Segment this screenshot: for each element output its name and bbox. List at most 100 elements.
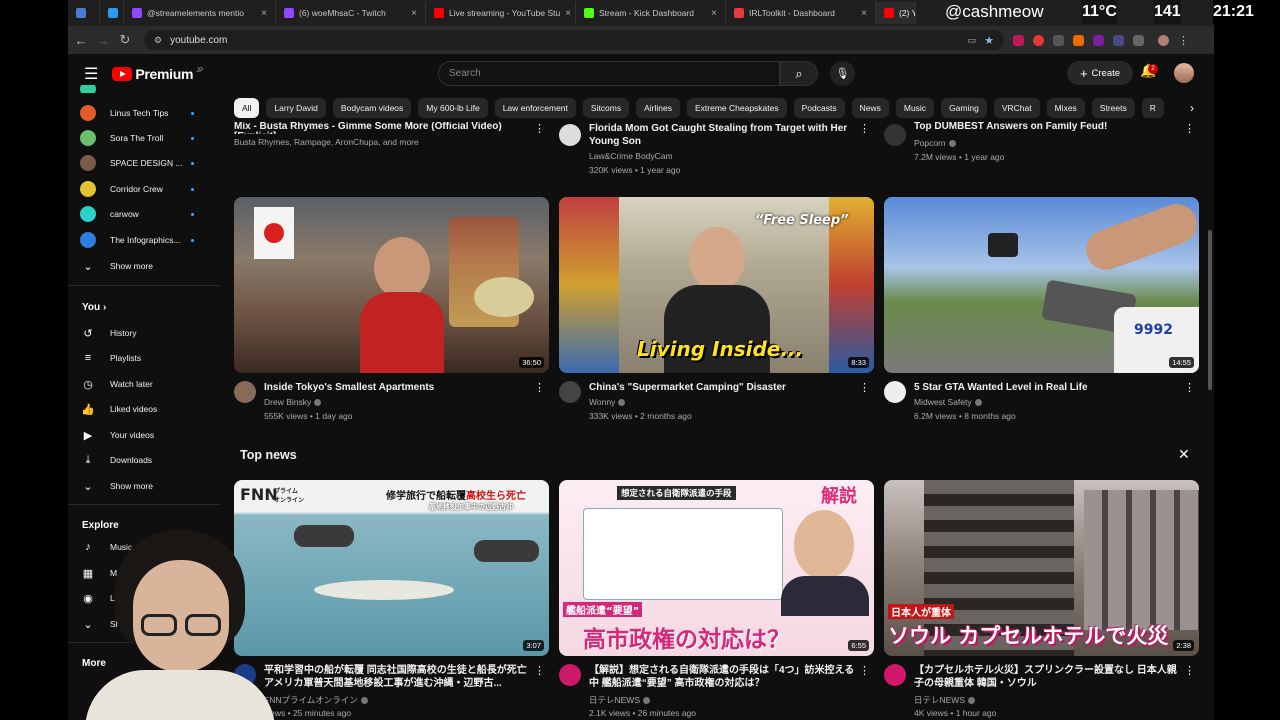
close-icon[interactable]: × (411, 8, 417, 19)
sidebar-subscription[interactable]: SPACE DESIGN ... (80, 152, 220, 174)
video-channel[interactable]: FNNプライムオンライン (264, 694, 368, 706)
extension-icon[interactable] (1113, 34, 1124, 46)
search-button[interactable]: ⌕ (780, 61, 818, 86)
news-card[interactable]: FNN プライム オンライン 修学旅行で船転覆高校生ら死亡 基地移設工事中の辺野… (234, 480, 549, 720)
profile-avatar[interactable] (1158, 34, 1169, 46)
create-button[interactable]: + Create (1067, 61, 1133, 85)
sidebar-item-watch-later[interactable]: ◷ Watch later (80, 373, 220, 395)
show-more-subscriptions[interactable]: ⌄ Show more (80, 255, 220, 277)
video-card[interactable]: “Free Sleep” Living Inside... 8:33 China… (559, 197, 874, 425)
sidebar-subscription[interactable]: Corridor Crew (80, 178, 220, 200)
more-actions-icon[interactable]: ⋮ (859, 664, 870, 677)
back-icon[interactable]: ← (70, 33, 92, 48)
sidebar-item-downloads[interactable]: ⤓ Downloads (80, 449, 220, 471)
extension-icon[interactable] (1013, 34, 1024, 46)
chip[interactable]: Mixes (1046, 98, 1085, 118)
chip[interactable]: Larry David (266, 98, 326, 118)
close-icon[interactable]: × (565, 8, 571, 19)
video-thumbnail[interactable]: “Free Sleep” Living Inside... 8:33 (559, 197, 874, 373)
chip[interactable]: Bodycam videos (332, 98, 412, 118)
video-title[interactable]: 5 Star GTA Wanted Level in Real Life (914, 381, 1184, 394)
sidebar-subscription[interactable]: Linus Tech Tips (80, 102, 220, 124)
menu-icon[interactable]: ☰ (84, 64, 98, 84)
sidebar-subscription[interactable]: The Infographics... (80, 229, 220, 251)
close-icon[interactable]: × (261, 8, 267, 19)
bookmark-star-icon[interactable]: ★ (984, 34, 994, 47)
chip[interactable]: Airlines (636, 98, 680, 118)
chip[interactable]: Gaming (941, 98, 987, 118)
video-channel[interactable]: Wonny (589, 397, 626, 407)
chips-next-button[interactable]: › (1182, 98, 1202, 118)
video-channel[interactable]: Midwest Safety (914, 397, 982, 407)
more-actions-icon[interactable]: ⋮ (534, 381, 545, 394)
video-channel[interactable]: Popcorn (914, 138, 956, 148)
video-card[interactable]: 9992 14:55 5 Star GTA Wanted Level in Re… (884, 197, 1199, 425)
tab-6[interactable]: IRLToolkit - Dashboard × (726, 2, 876, 24)
scrollbar-thumb[interactable] (1208, 230, 1212, 390)
show-more-you[interactable]: ⌄ Show more (80, 475, 220, 497)
video-channel[interactable]: Law&Crime BodyCam (589, 151, 673, 161)
video-thumbnail[interactable]: 36:50 (234, 197, 549, 373)
tab-1[interactable] (100, 2, 124, 24)
chip-all[interactable]: All (234, 98, 260, 118)
chip[interactable]: Podcasts (793, 98, 845, 118)
chip[interactable]: Sitcoms (582, 98, 630, 118)
browser-menu-icon[interactable]: ⋮ (1178, 34, 1189, 47)
chip[interactable]: Streets (1091, 98, 1135, 118)
extension-icon[interactable] (1033, 34, 1044, 46)
video-channel[interactable]: Busta Rhymes, Rampage, AronChupa, and mo… (234, 137, 419, 147)
tab-0[interactable] (68, 2, 100, 24)
url-field[interactable]: ⚙ youtube.com ▭ ★ (144, 30, 1004, 50)
reload-icon[interactable]: ↻ (114, 32, 136, 48)
chip[interactable]: My 600-lb Life (418, 98, 488, 118)
chip[interactable]: Law enforcement (494, 98, 576, 118)
extensions-puzzle-icon[interactable] (1133, 34, 1144, 46)
channel-avatar[interactable] (234, 381, 256, 403)
more-actions-icon[interactable]: ⋮ (1184, 381, 1195, 394)
video-title[interactable]: Mix - Busta Rhymes - Gimme Some More (Of… (234, 122, 534, 134)
video-title[interactable]: Top DUMBEST Answers on Family Feud! (914, 122, 1184, 134)
sidebar-subscription[interactable]: carwow (80, 203, 220, 225)
news-card[interactable]: 日本人が重体 ソウル カプセルホテルで火災 2:38 【カプセルホテル火災】スプ… (884, 480, 1199, 720)
extension-icon[interactable] (1073, 34, 1084, 46)
video-card[interactable]: Florida Mom Got Caught Stealing from Tar… (559, 122, 874, 178)
sidebar-item-history[interactable]: ↺ History (80, 322, 220, 344)
channel-avatar[interactable] (884, 381, 906, 403)
cast-icon[interactable]: ▭ (968, 35, 977, 46)
video-thumbnail[interactable]: 9992 14:55 (884, 197, 1199, 373)
sidebar-subscription[interactable]: Sora The Troll (80, 127, 220, 149)
more-actions-icon[interactable]: ⋮ (859, 381, 870, 394)
forward-icon[interactable]: → (92, 33, 114, 48)
tab-4[interactable]: Live streaming - YouTube Stu × (426, 2, 576, 24)
video-title[interactable]: 【カプセルホテル火災】スプリンクラー設置なし 日本人親子の母親重体 韓国・ソウル (914, 664, 1184, 690)
video-thumbnail[interactable]: FNN プライム オンライン 修学旅行で船転覆高校生ら死亡 基地移設工事中の辺野… (234, 480, 549, 656)
close-icon[interactable]: ✕ (1178, 446, 1190, 463)
close-icon[interactable]: × (711, 8, 717, 19)
video-card[interactable]: Top DUMBEST Answers on Family Feud! Popc… (884, 122, 1199, 168)
video-thumbnail[interactable]: 想定される自衛隊派遣の手段 解説 艦船派遣“要望” 高市政権の対応は？ 6:55 (559, 480, 874, 656)
video-title[interactable]: 平和学習中の船が転覆 同志社国際高校の生徒と船長が死亡 アメリカ軍普天間基地移設… (264, 664, 534, 690)
extension-icon[interactable] (1053, 34, 1064, 46)
video-card[interactable]: 36:50 Inside Tokyo's Smallest Apartments… (234, 197, 549, 425)
video-title[interactable]: Florida Mom Got Caught Stealing from Tar… (589, 122, 859, 148)
channel-avatar[interactable] (559, 381, 581, 403)
video-card[interactable]: Mix - Busta Rhymes - Gimme Some More (Of… (234, 122, 549, 162)
video-title[interactable]: China's "Supermarket Camping" Disaster (589, 381, 859, 394)
more-actions-icon[interactable]: ⋮ (859, 122, 870, 135)
channel-avatar[interactable] (559, 664, 581, 686)
extension-icon[interactable] (1093, 34, 1104, 46)
sidebar-item-your-videos[interactable]: ▶ Your videos (80, 424, 220, 446)
video-title[interactable]: Inside Tokyo's Smallest Apartments (264, 381, 534, 394)
video-channel[interactable]: 日テレNEWS (589, 694, 651, 706)
channel-avatar[interactable] (884, 664, 906, 686)
chip[interactable]: Music (895, 98, 935, 118)
close-icon[interactable]: × (861, 8, 867, 19)
youtube-logo[interactable]: Premium JP (112, 66, 203, 82)
video-title[interactable]: 【解説】想定される自衛隊派遣の手段は「4つ」訪米控える中 艦船派遣“要望” 高市… (589, 664, 859, 690)
chip[interactable]: News (851, 98, 889, 118)
chip[interactable]: VRChat (993, 98, 1040, 118)
sidebar-item-partial[interactable] (80, 85, 220, 93)
video-channel[interactable]: 日テレNEWS (914, 694, 976, 706)
voice-search-button[interactable]: 🎙 (830, 61, 855, 86)
account-avatar[interactable] (1174, 63, 1194, 83)
